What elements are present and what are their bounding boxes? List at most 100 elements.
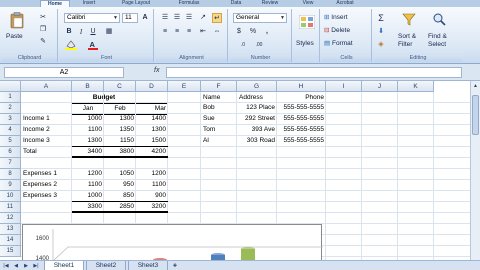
- sort-filter-button[interactable]: Sort & Filter: [398, 33, 416, 49]
- first-sheet-icon[interactable]: |◀: [2, 261, 10, 270]
- format-cells-button[interactable]: ▤ Format: [324, 40, 353, 48]
- tab-formulas[interactable]: Formulas: [172, 0, 206, 7]
- tab-page-layout[interactable]: Page Layout: [114, 0, 158, 7]
- find-select-button[interactable]: Find & Select: [428, 33, 447, 49]
- column-header-h[interactable]: H: [277, 81, 326, 92]
- row-header-4[interactable]: 4: [0, 125, 21, 136]
- sheet-tab-2[interactable]: Sheet2: [86, 261, 126, 270]
- worksheet-grid[interactable]: Budget Jan Feb Mar Name Address Phone AB…: [0, 81, 470, 260]
- column-header-g[interactable]: G: [237, 81, 277, 92]
- comma-button[interactable]: ,: [262, 27, 272, 37]
- chart[interactable]: 1600 1400: [22, 224, 323, 260]
- cut-icon[interactable]: ✂: [38, 13, 48, 23]
- align-right-icon[interactable]: ≡: [184, 27, 194, 37]
- clear-icon[interactable]: ◈: [376, 40, 386, 50]
- decrease-decimal-icon[interactable]: .00: [254, 40, 264, 50]
- insert-sheet-icon[interactable]: ✚: [170, 261, 180, 270]
- name-box[interactable]: A2: [4, 67, 124, 78]
- bold-button[interactable]: B: [64, 27, 74, 37]
- contact-phone: 555-555-5555: [283, 126, 324, 133]
- row-header-12[interactable]: 12: [0, 213, 21, 224]
- font-color-icon[interactable]: A: [88, 40, 98, 50]
- tab-review[interactable]: Review: [256, 0, 284, 7]
- align-left-icon[interactable]: ≡: [160, 27, 170, 37]
- row-header-10[interactable]: 10: [0, 191, 21, 202]
- clipboard-group: Paste ✂ ❐ ✎ Clipboard: [2, 9, 58, 62]
- sheet-tab-1[interactable]: Sheet1: [44, 261, 84, 270]
- italic-button[interactable]: I: [76, 27, 86, 37]
- column-header-c[interactable]: C: [104, 81, 136, 92]
- font-name-select[interactable]: Calibri ▼: [64, 13, 120, 23]
- number-format-select[interactable]: General ▼: [233, 13, 287, 23]
- currency-button[interactable]: $: [234, 27, 244, 37]
- tab-view[interactable]: View: [298, 0, 318, 7]
- row-header-2[interactable]: 2: [0, 103, 21, 114]
- row-header-11[interactable]: 11: [0, 202, 21, 213]
- scrollbar-thumb[interactable]: [472, 95, 479, 135]
- tab-insert[interactable]: Insert: [76, 0, 102, 7]
- row-header-14[interactable]: 14: [0, 235, 21, 246]
- select-label: Select: [428, 41, 447, 48]
- fill-icon[interactable]: ⬇: [376, 27, 386, 37]
- fill-color-icon[interactable]: [64, 40, 78, 50]
- delete-cells-button[interactable]: ⊟ Delete: [324, 27, 350, 35]
- column-header-k[interactable]: K: [398, 81, 434, 92]
- row-header-6[interactable]: 6: [0, 147, 21, 158]
- row-header-13[interactable]: 13: [0, 224, 21, 235]
- column-header-j[interactable]: J: [362, 81, 398, 92]
- font-size-select[interactable]: 11: [122, 13, 138, 23]
- row-header-8[interactable]: 8: [0, 169, 21, 180]
- chevron-down-icon: ▼: [280, 15, 285, 21]
- tab-acrobat[interactable]: Acrobat: [328, 0, 362, 7]
- row-header-5[interactable]: 5: [0, 136, 21, 147]
- scroll-up-icon[interactable]: ▲: [471, 83, 480, 89]
- percent-button[interactable]: %: [248, 27, 258, 37]
- row-header-7[interactable]: 7: [0, 158, 21, 169]
- column-header-b[interactable]: B: [72, 81, 104, 92]
- contact-address: 393 Ave: [251, 126, 275, 133]
- align-center-icon[interactable]: ≡: [172, 27, 182, 37]
- contact-address: 292 Street: [245, 115, 275, 122]
- styles-button[interactable]: Styles: [296, 40, 314, 48]
- find-label: Find &: [428, 33, 447, 40]
- sheet-tab-3[interactable]: Sheet3: [128, 261, 168, 270]
- insert-function-button[interactable]: fx: [154, 67, 159, 74]
- align-top-icon[interactable]: ☰: [160, 13, 170, 23]
- paste-button[interactable]: Paste: [6, 33, 23, 41]
- column-header-a[interactable]: A: [21, 81, 72, 92]
- format-painter-icon[interactable]: ✎: [38, 37, 48, 47]
- formula-input[interactable]: [166, 67, 462, 78]
- tab-data[interactable]: Data: [226, 0, 246, 7]
- row-header-3[interactable]: 3: [0, 114, 21, 125]
- align-bottom-icon[interactable]: ☰: [184, 13, 194, 23]
- row-label: Income 1: [23, 115, 50, 122]
- merge-center-icon[interactable]: ⇔: [212, 27, 222, 37]
- insert-cells-button[interactable]: ⊞ Insert: [324, 14, 348, 22]
- table-cell: 1500: [151, 137, 166, 144]
- borders-icon[interactable]: ▦: [104, 27, 114, 37]
- row-header-1[interactable]: 1: [0, 92, 21, 103]
- last-sheet-icon[interactable]: ▶|: [32, 261, 40, 270]
- next-sheet-icon[interactable]: ▶: [22, 261, 30, 270]
- copy-icon[interactable]: ❐: [38, 25, 48, 35]
- vertical-scrollbar[interactable]: ▲: [470, 81, 480, 260]
- decrease-indent-icon[interactable]: ⇤: [198, 27, 208, 37]
- orientation-icon[interactable]: ↗: [198, 13, 208, 23]
- select-all-corner[interactable]: [0, 81, 21, 92]
- increase-decimal-icon[interactable]: .0: [238, 40, 248, 50]
- row-header-9[interactable]: 9: [0, 180, 21, 191]
- grow-font-icon[interactable]: A: [140, 13, 150, 23]
- sort-label: Sort &: [398, 33, 417, 40]
- prev-sheet-icon[interactable]: ◀: [12, 261, 20, 270]
- tab-home[interactable]: Home: [40, 0, 70, 7]
- column-header-e[interactable]: E: [168, 81, 201, 92]
- column-header-f[interactable]: F: [201, 81, 237, 92]
- number-group: General ▼ $ % , .0 .00 Number: [230, 9, 292, 62]
- row-header-15[interactable]: 15: [0, 246, 21, 257]
- underline-button[interactable]: U: [88, 27, 98, 37]
- column-header-d[interactable]: D: [136, 81, 168, 92]
- autosum-button[interactable]: Σ: [376, 13, 386, 23]
- column-header-i[interactable]: I: [326, 81, 362, 92]
- align-middle-icon[interactable]: ☰: [172, 13, 182, 23]
- wrap-text-icon[interactable]: ↵: [212, 13, 222, 23]
